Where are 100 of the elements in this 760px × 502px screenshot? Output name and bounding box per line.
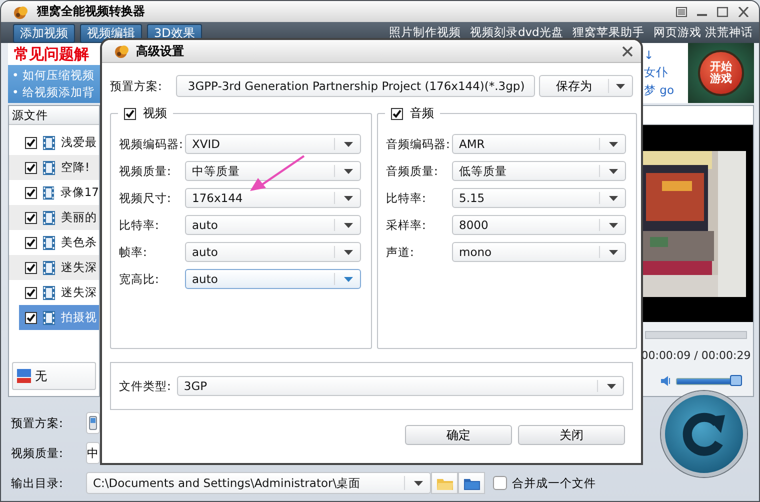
file-name: 拍摄视 <box>61 310 97 325</box>
field-label: 比特率: <box>119 218 160 232</box>
dropdown[interactable]: 中等质量 <box>185 161 361 181</box>
dropdown[interactable]: auto <box>185 269 361 289</box>
dropdown[interactable] <box>86 412 100 434</box>
file-name: 浅爱最 <box>61 135 97 150</box>
dropdown[interactable]: auto <box>185 215 361 235</box>
film-icon <box>43 260 55 274</box>
file-row[interactable]: 美色杀 <box>9 230 99 255</box>
app-logo-icon <box>114 43 130 59</box>
file-name: 美色杀 <box>61 235 97 250</box>
header-link[interactable]: 狸窝苹果助手 <box>572 25 644 40</box>
film-icon <box>43 160 55 174</box>
film-icon <box>43 236 55 250</box>
file-name: 迷失深 <box>61 285 97 300</box>
dropdown[interactable]: 176x144 <box>185 188 361 208</box>
file-row[interactable]: 迷失深 <box>9 280 99 305</box>
header-link[interactable]: 网页游戏 洪荒神话 <box>653 25 753 40</box>
checkbox[interactable] <box>25 262 37 274</box>
close-button[interactable]: 关闭 <box>518 425 625 445</box>
field-label: 输出目录: <box>11 476 64 490</box>
file-name: 空降! <box>61 160 90 175</box>
dropdown[interactable]: 8000 <box>452 215 626 235</box>
field-label: 声道: <box>386 244 415 260</box>
dropdown[interactable]: AMR <box>452 134 626 154</box>
file-row[interactable]: 迷失深 <box>9 255 99 280</box>
dropdown[interactable]: 5.15 <box>452 188 626 208</box>
film-icon <box>43 186 54 200</box>
ok-button[interactable]: 确定 <box>405 425 512 445</box>
menu-button[interactable] <box>676 6 687 16</box>
folder-icon <box>464 476 480 490</box>
ad-link[interactable]: ↓ <box>644 48 688 62</box>
checkbox[interactable] <box>25 312 37 324</box>
header-link[interactable]: 照片制作视频 <box>388 25 461 40</box>
ad-heading: 常见问题解 <box>14 44 89 65</box>
checkbox[interactable] <box>25 186 37 198</box>
film-icon <box>43 286 55 300</box>
caret-icon <box>414 480 423 486</box>
field-label: 音频编码器: <box>386 136 451 152</box>
field-label: 预置方案: <box>11 416 64 430</box>
film-icon <box>43 310 55 324</box>
file-row[interactable]: 空降! <box>9 155 99 180</box>
close-icon <box>622 46 633 56</box>
checkbox[interactable] <box>391 108 403 120</box>
save-as-button[interactable]: 保存为 <box>539 75 633 97</box>
caret-icon <box>616 84 625 88</box>
dropdown[interactable]: 低等质量 <box>452 161 626 181</box>
dropdown[interactable]: mono <box>452 242 626 262</box>
minimize-icon <box>697 14 707 16</box>
caret-icon <box>344 168 353 174</box>
caret-icon <box>344 222 353 228</box>
file-row[interactable]: 浅爱最 <box>9 130 99 155</box>
browse-folder-button[interactable] <box>458 472 485 494</box>
maximize-button[interactable] <box>717 6 728 16</box>
close-button[interactable] <box>738 6 749 16</box>
field-label: 预置方案: <box>110 78 162 94</box>
column-header: 源文件 <box>9 106 99 125</box>
dropdown[interactable]: 3GPP-3rd Generation Partnership Project (176x144)(*.3gp) <box>176 75 535 97</box>
dropdown[interactable]: XVID <box>185 134 361 154</box>
caret-icon <box>609 168 618 174</box>
arrow-annotation <box>250 154 306 192</box>
field-label: 视频质量: <box>119 164 172 178</box>
file-name: 美丽的 <box>61 210 97 225</box>
field-label: 帧率: <box>119 244 148 260</box>
volume-slider[interactable] <box>676 378 742 384</box>
dropdown[interactable]: auto <box>185 242 361 262</box>
caret-icon <box>609 250 618 254</box>
field-label: 视频尺寸: <box>119 190 172 206</box>
menu-icon <box>676 6 687 16</box>
start-game-badge[interactable]: 开始游戏 <box>698 50 744 96</box>
caret-icon <box>607 384 616 388</box>
file-name: 迷失深 <box>61 260 97 275</box>
checkbox-label: 合并成一个文件 <box>512 476 596 490</box>
header-link[interactable]: 视频刻录dvd光盘 <box>470 25 564 40</box>
toolbar-button[interactable]: 添加视频 <box>13 24 75 43</box>
file-row[interactable]: 录像17 <box>9 180 99 205</box>
maximize-icon <box>717 6 728 16</box>
dialog-title: 高级设置 <box>136 42 185 60</box>
checkbox[interactable] <box>25 136 37 148</box>
caret-icon <box>609 222 618 228</box>
checkbox[interactable] <box>25 236 37 248</box>
dropdown[interactable]: 中 <box>86 442 100 464</box>
window-title: 狸窝全能视频转换器 <box>37 3 146 20</box>
checkbox[interactable] <box>25 162 37 174</box>
checkbox[interactable] <box>124 108 136 120</box>
field-label: 文件类型: <box>119 378 171 394</box>
group-title: 视频 <box>143 105 167 122</box>
field-label: 比特率: <box>386 190 427 206</box>
checkbox[interactable] <box>493 476 507 490</box>
subtitle-dropdown[interactable]: 无 <box>12 362 96 390</box>
file-row[interactable]: 美丽的 <box>9 205 99 230</box>
checkbox[interactable] <box>25 286 37 298</box>
ad-link[interactable]: 梦 go <box>644 83 688 98</box>
caret-icon <box>344 276 353 282</box>
checkbox[interactable] <box>25 212 37 224</box>
dropdown[interactable]: C:\Documents and Settings\Administrator\桌面 <box>86 472 431 494</box>
close-button[interactable] <box>622 46 633 56</box>
dropdown[interactable]: 3GP <box>176 376 624 396</box>
ad-link[interactable]: 女仆 <box>644 65 688 80</box>
film-icon <box>43 210 55 224</box>
